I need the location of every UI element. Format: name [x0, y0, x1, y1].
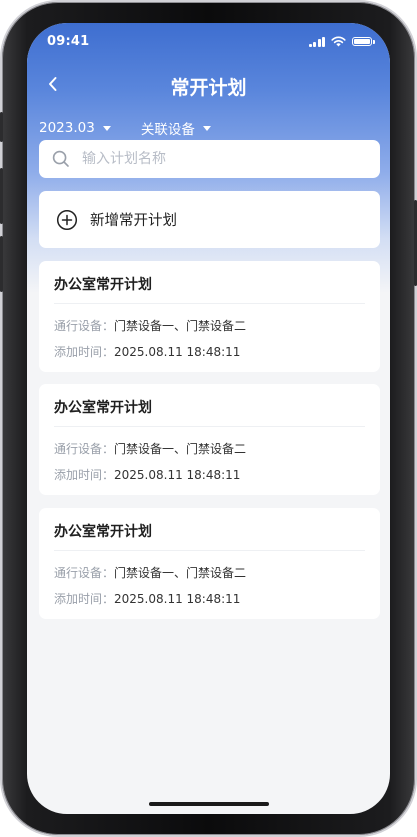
- cellular-signal-icon: [308, 36, 325, 47]
- add-plan-button[interactable]: 新增常开计划: [39, 191, 380, 248]
- month-filter[interactable]: 2023.03: [39, 118, 111, 138]
- status-time: 09:41: [47, 34, 90, 49]
- plan-devices-row: 通行设备：门禁设备一、门禁设备二: [54, 317, 246, 334]
- page-title: 常开计划: [170, 77, 247, 99]
- plan-time-value: 2025.08.11 18:48:11: [114, 345, 241, 359]
- caret-down-icon: [202, 125, 211, 131]
- plan-title: 办公室常开计划: [54, 277, 152, 293]
- plan-time-row: 添加时间：2025.08.11 18:48:11: [54, 466, 240, 483]
- plan-time-row: 添加时间：2025.08.11 18:48:11: [54, 343, 240, 360]
- plan-title: 办公室常开计划: [54, 524, 152, 540]
- plan-devices-row: 通行设备：门禁设备一、门禁设备二: [54, 440, 246, 457]
- month-filter-label: 2023.03: [39, 120, 95, 136]
- plan-devices-label: 通行设备：: [54, 442, 115, 456]
- caret-down-icon: [102, 125, 111, 131]
- plan-time-label: 添加时间：: [54, 345, 115, 359]
- plan-title: 办公室常开计划: [54, 400, 152, 416]
- status-bar: 09:41: [27, 23, 390, 61]
- device-filter[interactable]: 关联设备: [141, 118, 211, 138]
- phone-volume-down: [0, 236, 3, 292]
- plan-time-label: 添加时间：: [54, 592, 115, 606]
- filter-row: 2023.03 关联设备: [39, 118, 211, 138]
- search-input[interactable]: [80, 150, 344, 168]
- app-screen: 09:41 常开计划 2023.03 关联设备 输入计划名称 新增常开计划 办公…: [27, 23, 390, 814]
- plan-card[interactable]: 办公室常开计划 通行设备：门禁设备一、门禁设备二 添加时间：2025.08.11…: [39, 384, 380, 495]
- plan-time-row: 添加时间：2025.08.11 18:48:11: [54, 590, 240, 607]
- device-filter-label: 关联设备: [140, 122, 195, 138]
- battery-icon: [352, 37, 375, 46]
- plus-circle-icon: [56, 209, 78, 230]
- plan-time-value: 2025.08.11 18:48:11: [114, 592, 241, 606]
- divider: [54, 550, 365, 551]
- plan-card[interactable]: 办公室常开计划 通行设备：门禁设备一、门禁设备二 添加时间：2025.08.11…: [39, 508, 380, 619]
- plan-time-value: 2025.08.11 18:48:11: [114, 468, 241, 482]
- status-icons: [308, 36, 375, 47]
- plan-devices-value: 门禁设备一、门禁设备二: [114, 566, 247, 580]
- plan-devices-row: 通行设备：门禁设备一、门禁设备二: [54, 564, 246, 581]
- plan-devices-label: 通行设备：: [54, 319, 115, 333]
- divider: [54, 303, 365, 304]
- plan-time-label: 添加时间：: [54, 468, 115, 482]
- phone-mute-switch: [0, 112, 3, 142]
- divider: [54, 426, 365, 427]
- plan-devices-value: 门禁设备一、门禁设备二: [114, 442, 247, 456]
- phone-volume-up: [0, 168, 3, 224]
- plan-devices-value: 门禁设备一、门禁设备二: [114, 319, 247, 333]
- plan-devices-label: 通行设备：: [54, 566, 115, 580]
- nav-bar: 常开计划: [27, 67, 390, 103]
- add-plan-label: 新增常开计划: [90, 213, 177, 229]
- search-bar: [39, 140, 380, 178]
- plan-card[interactable]: 办公室常开计划 通行设备：门禁设备一、门禁设备二 添加时间：2025.08.11…: [39, 261, 380, 372]
- home-indicator[interactable]: [148, 802, 269, 806]
- search-icon: [52, 150, 69, 167]
- wifi-icon: [331, 36, 346, 47]
